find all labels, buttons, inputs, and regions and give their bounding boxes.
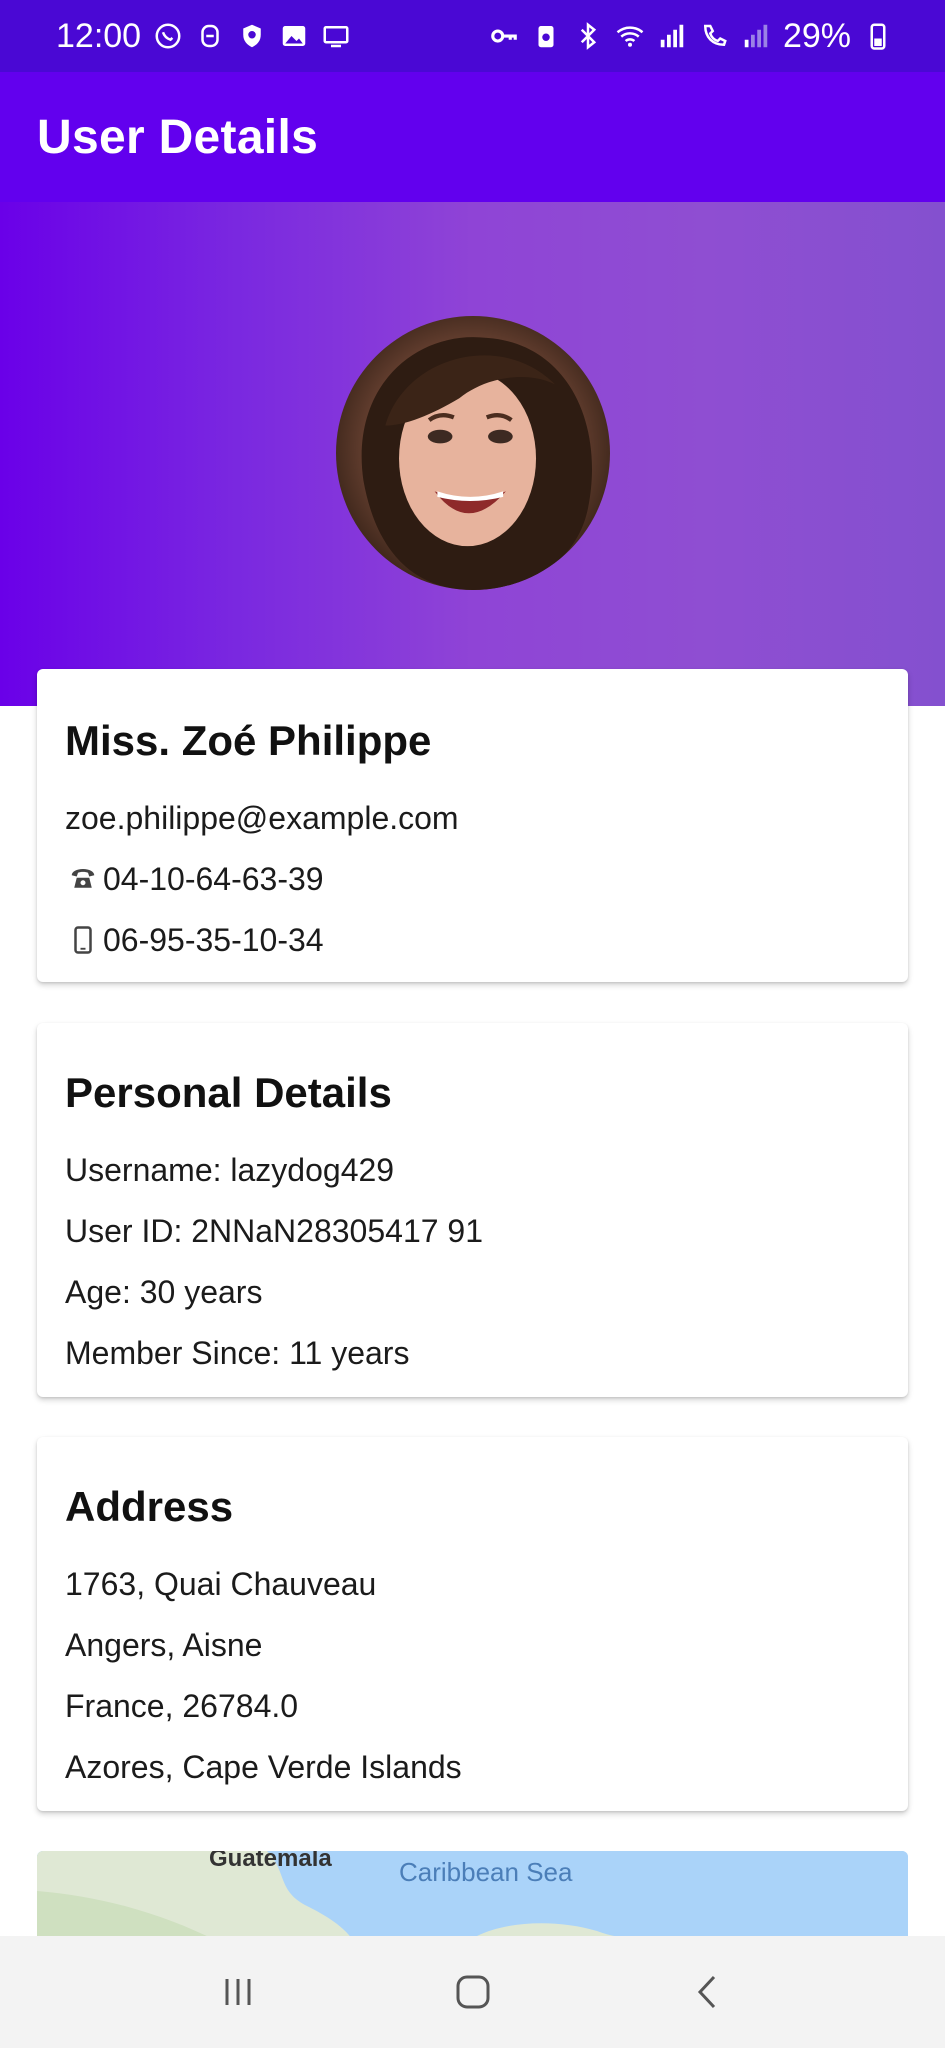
battery-percent: 29% xyxy=(782,16,851,55)
user-name: Miss. Zoé Philippe xyxy=(65,717,432,764)
home-button[interactable] xyxy=(428,1947,518,2037)
status-bar-left: 12:00 xyxy=(56,17,351,56)
back-icon xyxy=(697,1975,715,2009)
face-icon xyxy=(195,21,225,51)
bluetooth-icon xyxy=(573,21,603,51)
email: zoe.philippe@example.com xyxy=(65,799,459,836)
map-label-guatemala: Guatemala xyxy=(209,1851,332,1872)
mobile-phone-icon xyxy=(65,922,101,958)
signal-weak-icon xyxy=(741,21,771,51)
wifi-icon xyxy=(615,21,645,51)
recent-apps-button[interactable] xyxy=(193,1947,283,2037)
status-bar: 12:00 29% xyxy=(0,0,945,72)
user-id-line: User ID: 2NNaN28305417 91 xyxy=(65,1212,484,1249)
back-button[interactable] xyxy=(663,1947,753,2037)
address-card: Address 1763, Quai Chauveau Angers, Aisn… xyxy=(37,1437,908,1811)
wifi-calling-icon xyxy=(699,21,729,51)
address-title: Address xyxy=(65,1483,234,1530)
cell-line: 06-95-35-10-34 xyxy=(65,909,880,970)
recent-apps-icon xyxy=(225,1979,250,2005)
home-icon xyxy=(456,1975,489,2009)
status-bar-right: 29% xyxy=(489,17,893,56)
avatar xyxy=(336,316,610,590)
phone-line: 04-10-64-63-39 xyxy=(65,848,880,909)
phone-number: 04-10-64-63-39 xyxy=(103,860,324,897)
app-bar: User Details xyxy=(0,72,945,202)
telephone-icon xyxy=(65,861,101,897)
signal-icon xyxy=(657,21,687,51)
shield-icon xyxy=(237,21,267,51)
username-line: Username: lazydog429 xyxy=(65,1151,395,1188)
image-icon xyxy=(279,21,309,51)
whatsapp-icon xyxy=(153,21,183,51)
screen: 12:00 29% User Details Miss. Zoé Philipp… xyxy=(0,0,945,2048)
status-time: 12:00 xyxy=(56,16,142,55)
map-label-caribbean-sea: Caribbean Sea xyxy=(399,1857,573,1887)
system-nav-bar xyxy=(0,1936,945,2048)
cell-number: 06-95-35-10-34 xyxy=(103,921,324,958)
personal-details-card: Personal Details Username: lazydog429 Us… xyxy=(37,1023,908,1397)
battery-saver-icon xyxy=(531,21,561,51)
battery-icon xyxy=(863,21,893,51)
member-since-line: Member Since: 11 years xyxy=(65,1334,410,1371)
contact-card: Miss. Zoé Philippe zoe.philippe@example.… xyxy=(37,669,908,982)
email-line: zoe.philippe@example.com xyxy=(65,787,880,848)
age-line: Age: 30 years xyxy=(65,1273,263,1310)
vpn-key-icon xyxy=(489,21,519,51)
address-city-state: Angers, Aisne xyxy=(65,1626,263,1663)
address-timezone: Azores, Cape Verde Islands xyxy=(65,1748,462,1785)
page-title: User Details xyxy=(37,110,319,164)
address-country-postcode: France, 26784.0 xyxy=(65,1687,299,1724)
cast-icon xyxy=(321,21,351,51)
personal-details-title: Personal Details xyxy=(65,1069,392,1116)
address-street: 1763, Quai Chauveau xyxy=(65,1565,377,1602)
